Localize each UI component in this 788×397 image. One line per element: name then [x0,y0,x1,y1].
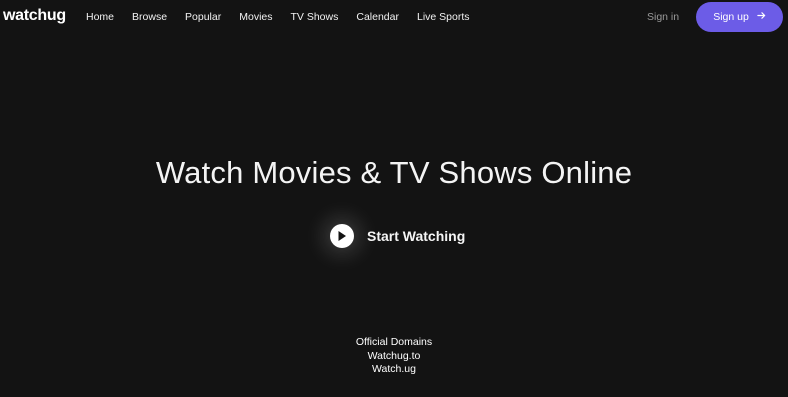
official-domains: Official Domains Watchug.to Watch.ug [0,336,788,377]
domain-item: Watch.ug [372,363,416,375]
domain-item: Watchug.to [367,349,421,362]
nav-item-home[interactable]: Home [86,11,114,23]
nav-item-tv-shows[interactable]: TV Shows [291,11,339,23]
sign-up-label: Sign up [713,11,749,23]
top-navigation-bar: watchug Home Browse Popular Movies TV Sh… [0,0,788,34]
sign-up-button[interactable]: Sign up [696,2,783,32]
start-watching-button[interactable]: Start Watching [330,223,465,249]
nav-item-popular[interactable]: Popular [185,11,221,23]
start-watching-label: Start Watching [367,228,466,244]
site-logo[interactable]: watchug [3,7,66,25]
nav-item-browse[interactable]: Browse [132,11,167,23]
page: watchug Home Browse Popular Movies TV Sh… [0,0,788,397]
sign-in-link[interactable]: Sign in [647,11,679,23]
arrow-right-icon [757,11,766,23]
nav-item-live-sports[interactable]: Live Sports [417,11,470,23]
nav-item-movies[interactable]: Movies [239,11,272,23]
nav-item-calendar[interactable]: Calendar [356,11,399,23]
hero-title: Watch Movies & TV Shows Online [155,154,633,190]
play-icon [330,224,354,248]
main-nav: Home Browse Popular Movies TV Shows Cale… [86,11,488,23]
official-domains-heading: Official Domains [355,336,433,348]
